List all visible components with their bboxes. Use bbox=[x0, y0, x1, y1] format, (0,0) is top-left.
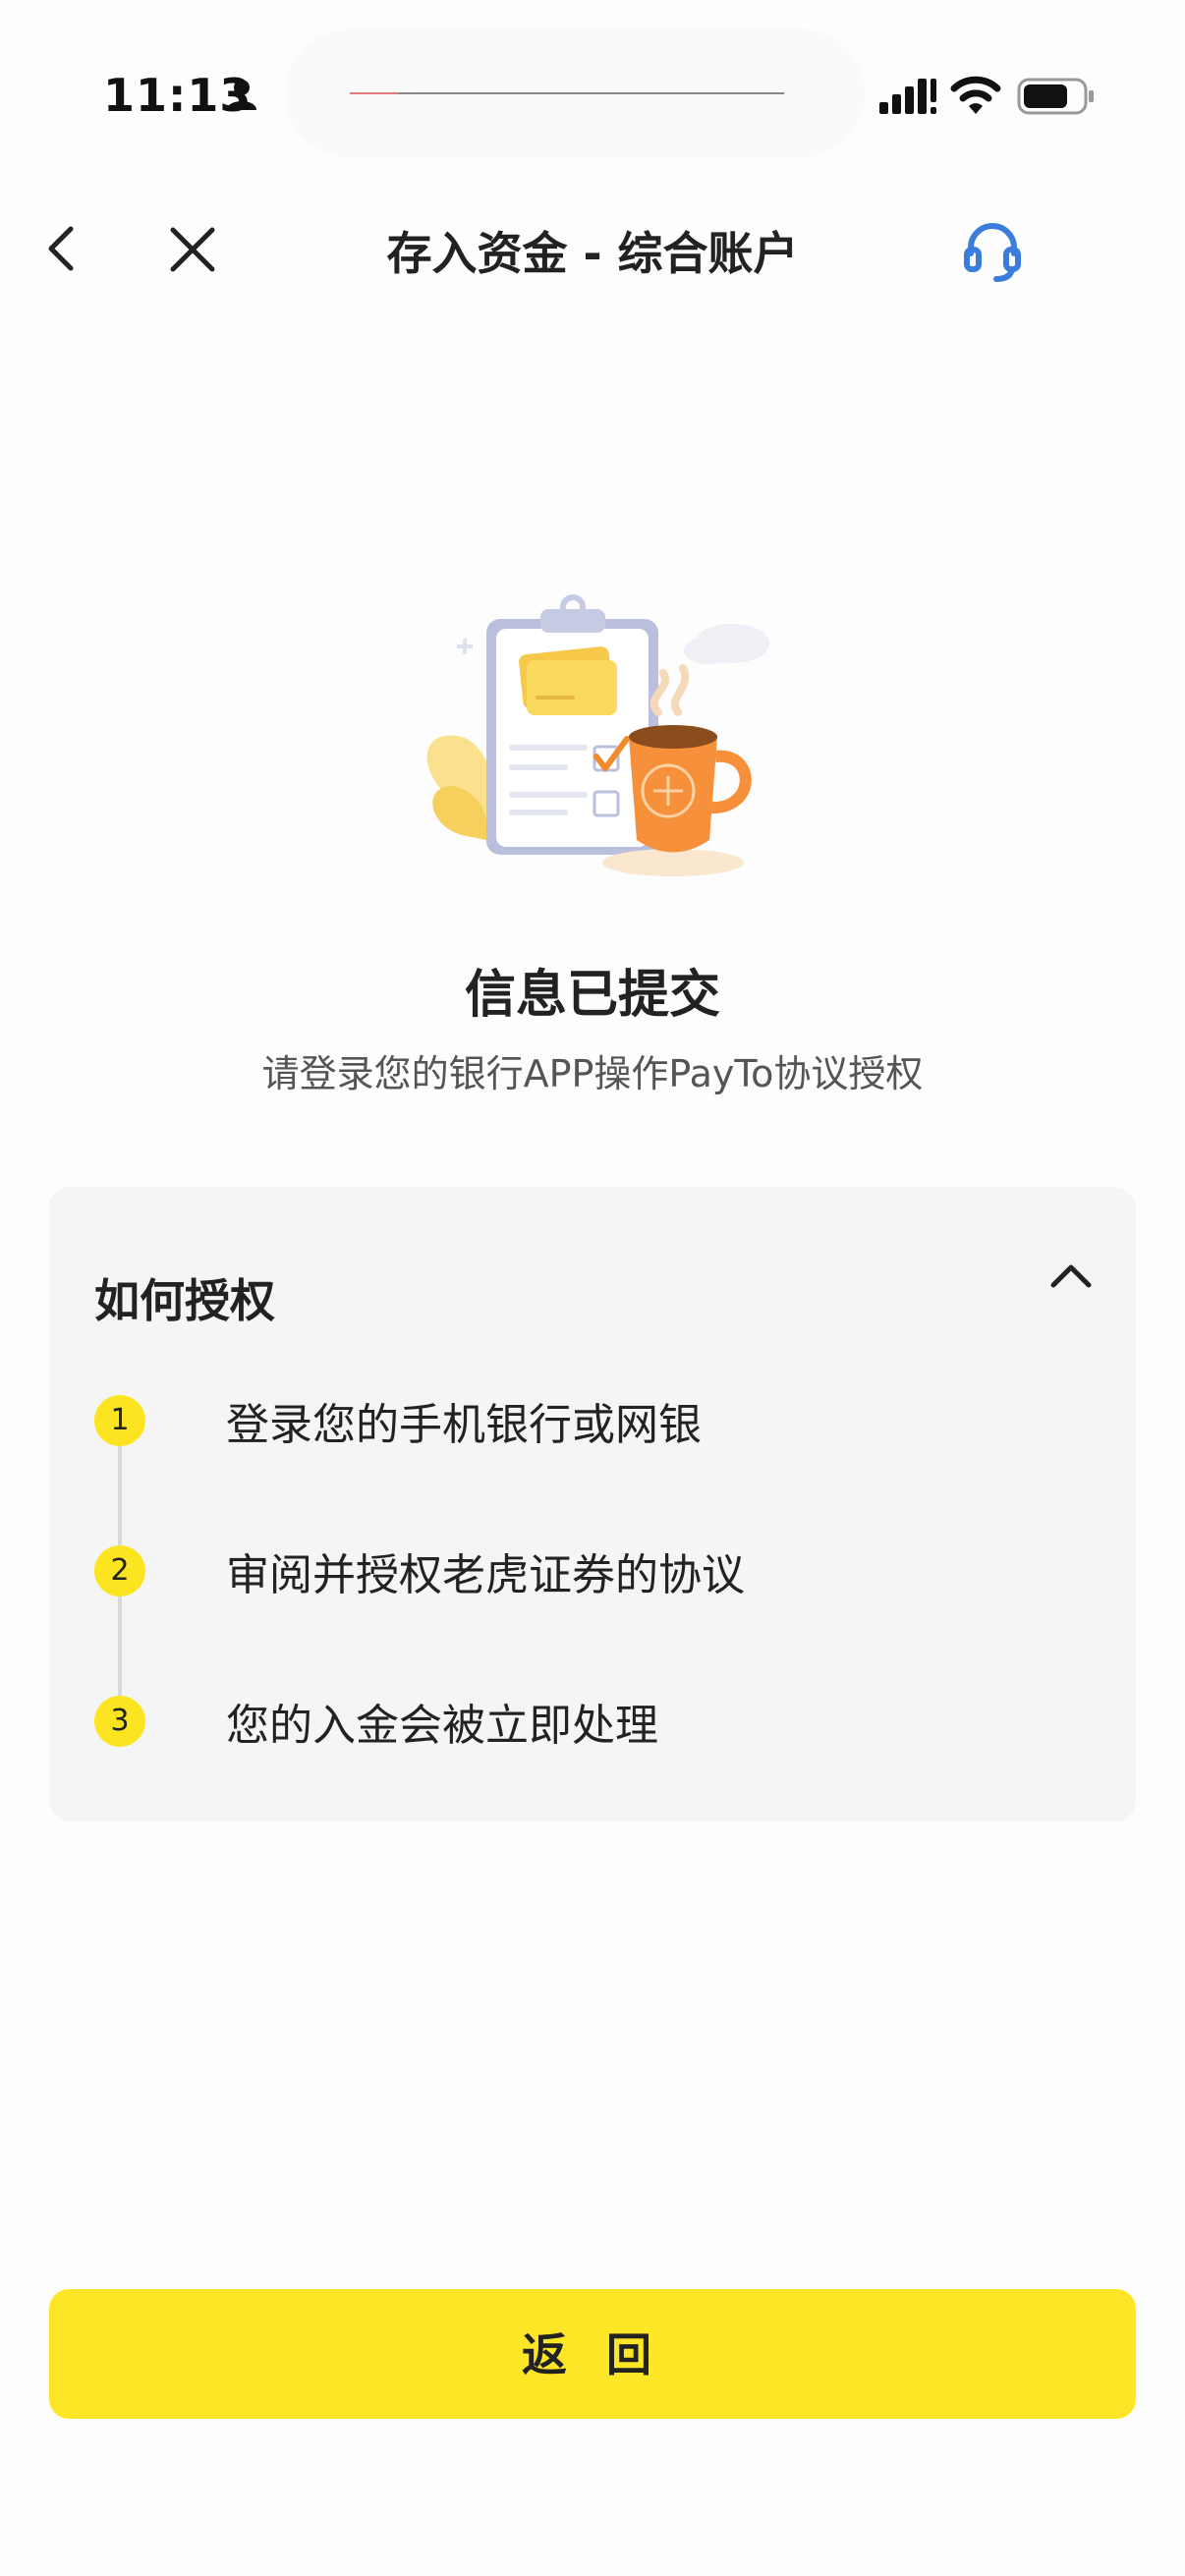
signal-icon bbox=[879, 79, 936, 114]
wifi-icon bbox=[950, 76, 1001, 114]
person-icon bbox=[227, 80, 256, 110]
nav-bar: 存入资金 - 综合账户 bbox=[0, 196, 1185, 305]
return-button[interactable]: 返 回 bbox=[49, 2289, 1136, 2419]
result-subtitle: 请登录您的银行APP操作PayTo协议授权 bbox=[261, 1052, 924, 1095]
step-number-badge: 2 bbox=[94, 1545, 145, 1596]
submitted-illustration bbox=[426, 594, 769, 876]
battery-icon bbox=[1017, 78, 1094, 115]
howto-card: 如何授权 1 登录您的手机银行或网银 2 审阅并授权老虎证券的协议 3 您的入金… bbox=[49, 1187, 1136, 1821]
status-bar: 11:13 bbox=[0, 0, 1185, 187]
step-text: 您的入金会被立即处理 bbox=[226, 1701, 658, 1751]
howto-title: 如何授权 bbox=[94, 1274, 275, 1327]
step-number-badge: 3 bbox=[94, 1696, 145, 1747]
step-text: 登录您的手机银行或网银 bbox=[226, 1400, 702, 1450]
step-number-badge: 1 bbox=[94, 1395, 145, 1446]
chevron-up-icon[interactable] bbox=[1042, 1246, 1100, 1305]
step-text: 审阅并授权老虎证券的协议 bbox=[226, 1550, 745, 1600]
result-title: 信息已提交 bbox=[464, 966, 720, 1025]
customer-support-icon[interactable] bbox=[961, 218, 1024, 285]
media-progress-line bbox=[350, 92, 784, 94]
